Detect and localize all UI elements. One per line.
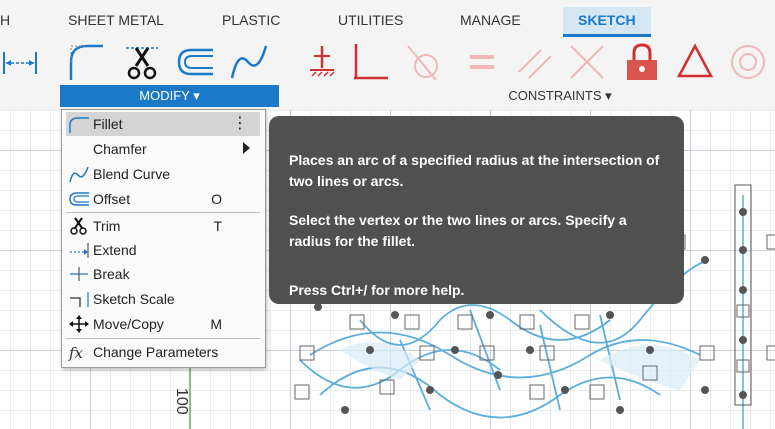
shortcut-label: M — [210, 316, 222, 332]
menu-item-move-copy[interactable]: Move/Copy M — [66, 312, 260, 336]
menu-item-label: Blend Curve — [93, 166, 171, 182]
menu-item-label: Extend — [93, 242, 137, 258]
tab-partial[interactable]: H — [0, 12, 10, 28]
offset-icon[interactable] — [175, 42, 215, 82]
constraints-group-button[interactable]: CONSTRAINTS ▾ — [480, 85, 640, 107]
trim-icon[interactable] — [122, 42, 162, 82]
tab-utilities[interactable]: UTILITIES — [338, 12, 403, 28]
trim-icon — [68, 217, 90, 235]
menu-item-label: Move/Copy — [93, 316, 164, 332]
menu-item-fillet[interactable]: Fillet ⋮ — [66, 112, 260, 136]
collinear-icon[interactable] — [567, 42, 607, 82]
menu-item-label: Fillet — [93, 116, 123, 132]
menu-item-blend-curve[interactable]: Blend Curve — [66, 162, 260, 186]
modify-group-button[interactable]: MODIFY ▾ — [60, 85, 279, 107]
offset-icon — [68, 190, 90, 208]
tab-sheet-metal[interactable]: SHEET METAL — [68, 12, 164, 28]
shortcut-label: T — [213, 218, 222, 234]
more-options-icon[interactable]: ⋮ — [232, 113, 248, 133]
menu-item-label: Offset — [93, 191, 131, 207]
break-icon — [68, 265, 90, 283]
perpendicular-icon[interactable] — [348, 42, 388, 82]
tab-plastic[interactable]: PLASTIC — [222, 12, 280, 28]
menu-item-label: Trim — [93, 218, 121, 234]
tooltip-help-hint: Press Ctrl+/ for more help. — [289, 282, 465, 298]
tooltip-description: Places an arc of a specified radius at t… — [289, 152, 660, 189]
equal-icon[interactable] — [462, 42, 502, 82]
modify-dropdown-menu: Fillet ⋮ Chamfer Blend Curve Offset O Tr… — [61, 109, 266, 368]
fillet-icon — [68, 115, 90, 133]
triangle-icon[interactable] — [675, 42, 715, 82]
ribbon-tab-bar: H SHEET METAL PLASTIC UTILITIES MANAGE S… — [0, 0, 775, 38]
parallel-icon[interactable] — [515, 42, 555, 82]
fx-icon: fx — [68, 343, 90, 362]
menu-item-trim[interactable]: Trim T — [66, 214, 260, 238]
tangent-icon[interactable] — [404, 42, 444, 82]
fix-unfix-icon[interactable] — [302, 42, 342, 82]
menu-item-extend[interactable]: Extend — [66, 238, 260, 262]
tab-manage[interactable]: MANAGE — [460, 12, 521, 28]
blend-curve-icon[interactable] — [230, 42, 270, 82]
menu-item-label: Change Parameters — [93, 344, 219, 360]
menu-item-sketch-scale[interactable]: Sketch Scale — [66, 287, 260, 311]
menu-item-chamfer[interactable]: Chamfer — [66, 137, 260, 161]
concentric-icon[interactable] — [728, 42, 768, 82]
fillet-tooltip: Places an arc of a specified radius at t… — [269, 116, 684, 304]
submenu-arrow-icon — [243, 142, 250, 154]
lock-icon[interactable] — [622, 42, 662, 82]
dimension-icon[interactable] — [0, 42, 40, 82]
shortcut-label: O — [211, 191, 222, 207]
fillet-icon[interactable] — [65, 42, 105, 82]
move-icon — [68, 315, 90, 333]
svg-text:fx: fx — [68, 344, 84, 361]
sketch-scale-icon — [68, 290, 90, 308]
tab-sketch[interactable]: SKETCH — [563, 7, 651, 37]
menu-item-offset[interactable]: Offset O — [66, 187, 260, 211]
axis-value-label: 100 — [173, 388, 190, 415]
menu-divider — [66, 338, 260, 339]
tooltip-instructions: Select the vertex or the two lines or ar… — [289, 212, 627, 249]
menu-item-label: Chamfer — [93, 141, 147, 157]
menu-item-break[interactable]: Break — [66, 262, 260, 286]
menu-item-label: Sketch Scale — [93, 291, 175, 307]
blend-curve-icon — [68, 165, 90, 183]
menu-item-change-parameters[interactable]: fx Change Parameters — [66, 340, 260, 364]
menu-divider — [66, 212, 260, 213]
extend-icon — [68, 241, 90, 259]
menu-item-label: Break — [93, 266, 130, 282]
